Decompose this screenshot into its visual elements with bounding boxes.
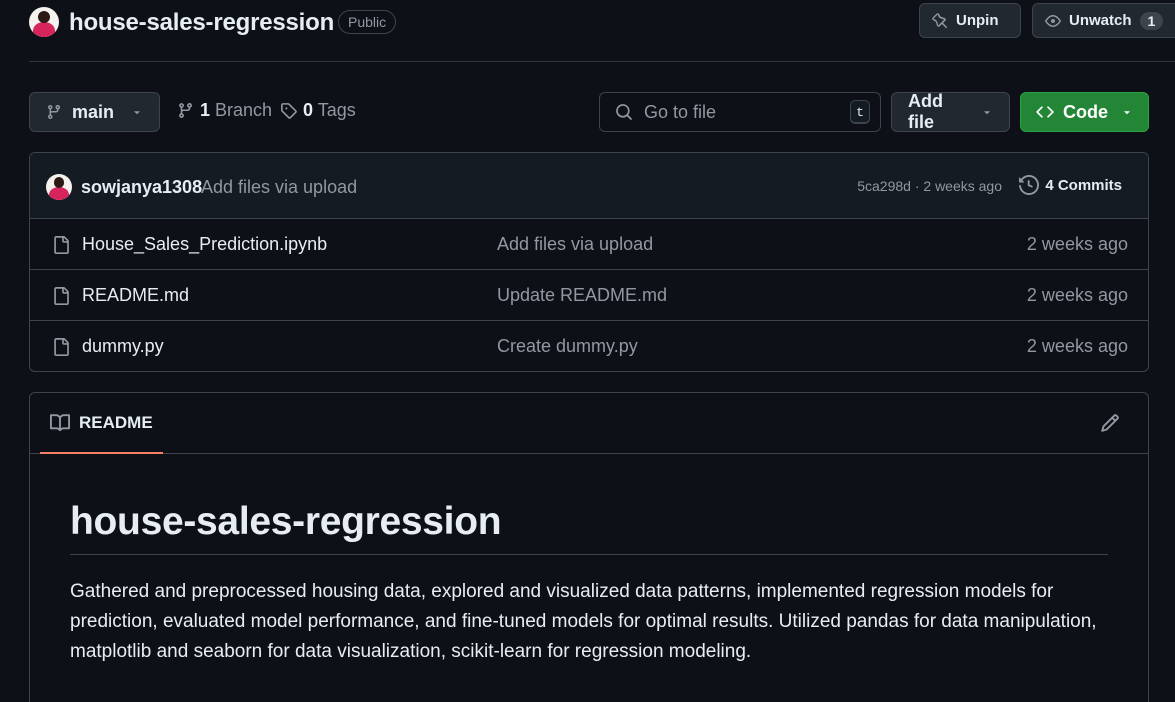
repo-header: house-sales-regression Public Unpin Unwa… xyxy=(29,0,1175,62)
readme-title: house-sales-regression xyxy=(70,500,1108,555)
file-commit-message[interactable]: Create dummy.py xyxy=(497,336,638,357)
search-icon xyxy=(615,103,633,121)
tags-label: Tags xyxy=(317,100,356,120)
file-row[interactable]: dummy.py Create dummy.py 2 weeks ago xyxy=(30,321,1148,371)
add-file-button[interactable]: Add file xyxy=(891,91,1010,132)
file-age: 2 weeks ago xyxy=(1026,336,1128,356)
file-name[interactable]: dummy.py xyxy=(82,336,164,357)
go-to-file-input[interactable] xyxy=(644,101,834,123)
file-age: 2 weeks ago xyxy=(1026,234,1128,254)
readme-panel: README house-sales-regression Gathered a… xyxy=(29,392,1149,702)
chevron-down-icon xyxy=(1121,106,1133,118)
file-icon xyxy=(52,235,70,255)
branch-selector[interactable]: main xyxy=(29,92,160,132)
chevron-down-icon xyxy=(131,106,143,118)
code-button[interactable]: Code xyxy=(1020,92,1149,132)
code-label: Code xyxy=(1063,101,1108,122)
branches-count: 1 xyxy=(200,100,211,120)
unpin-button[interactable]: Unpin xyxy=(919,3,1021,38)
watch-count: 1 xyxy=(1139,11,1164,30)
tags-count: 0 xyxy=(303,100,314,120)
tag-icon xyxy=(280,102,297,119)
file-row[interactable]: README.md Update README.md 2 weeks ago xyxy=(30,270,1148,321)
pencil-icon[interactable] xyxy=(1100,413,1120,433)
tags-link[interactable]: 0 Tags xyxy=(280,100,356,121)
owner-avatar[interactable] xyxy=(29,7,59,37)
file-name[interactable]: House_Sales_Prediction.ipynb xyxy=(82,234,327,255)
unwatch-label: Unwatch xyxy=(1069,12,1132,29)
unwatch-button[interactable]: Unwatch 1 xyxy=(1032,3,1175,38)
shortcut-key: t xyxy=(850,100,870,124)
readme-tab-label: README xyxy=(79,412,153,432)
readme-description: Gathered and preprocessed housing data, … xyxy=(70,581,1097,662)
commits-link[interactable]: 4 Commits xyxy=(1019,175,1122,195)
author-avatar[interactable] xyxy=(46,174,72,200)
tab-readme[interactable]: README xyxy=(40,393,163,454)
add-file-label: Add file xyxy=(908,91,943,132)
visibility-badge: Public xyxy=(338,10,397,34)
file-icon xyxy=(52,286,70,306)
branches-label: Branch xyxy=(215,100,273,120)
branch-icon xyxy=(46,104,62,120)
commit-author[interactable]: sowjanya1308 xyxy=(81,177,202,198)
history-icon xyxy=(1019,175,1040,195)
latest-commit-bar: sowjanya1308 Add files via upload 5ca298… xyxy=(30,153,1148,219)
eye-icon xyxy=(1045,13,1061,29)
commit-hash-age[interactable]: 5ca298d · 2 weeks ago xyxy=(857,178,1002,194)
commits-label: 4 Commits xyxy=(1045,176,1122,194)
branch-icon xyxy=(177,102,194,119)
file-name[interactable]: README.md xyxy=(82,285,189,306)
go-to-file[interactable]: t xyxy=(599,92,881,132)
code-icon xyxy=(1036,103,1054,121)
file-icon xyxy=(52,337,70,357)
file-commit-message[interactable]: Update README.md xyxy=(497,285,667,306)
pin-icon xyxy=(932,12,948,29)
branches-link[interactable]: 1 Branch xyxy=(177,100,272,121)
file-commit-message[interactable]: Add files via upload xyxy=(497,234,653,255)
file-table: sowjanya1308 Add files via upload 5ca298… xyxy=(29,152,1149,372)
readme-body: house-sales-regression Gathered and prep… xyxy=(30,500,1148,667)
commit-message[interactable]: Add files via upload xyxy=(201,177,357,198)
repo-name[interactable]: house-sales-regression xyxy=(69,9,334,37)
unpin-label: Unpin xyxy=(956,12,999,29)
readme-tabbar: README xyxy=(30,393,1148,454)
file-age: 2 weeks ago xyxy=(1026,285,1128,305)
chevron-down-icon xyxy=(981,106,993,118)
book-icon xyxy=(50,413,70,433)
branch-name: main xyxy=(72,101,115,122)
file-row[interactable]: House_Sales_Prediction.ipynb Add files v… xyxy=(30,219,1148,270)
